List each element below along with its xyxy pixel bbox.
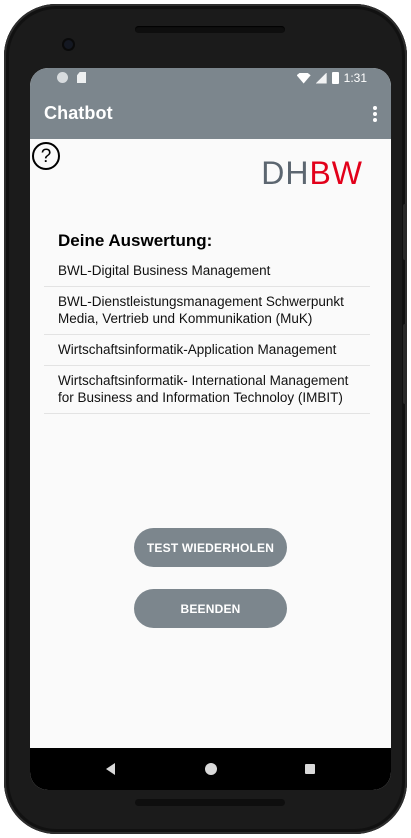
retry-test-button[interactable]: TEST WIEDERHOLEN: [134, 528, 287, 567]
logo-part-dh: DH: [261, 155, 310, 191]
dhbw-logo: DHBW: [261, 155, 363, 192]
notification-dot-icon: [57, 72, 68, 83]
question-mark-circle-icon[interactable]: ?: [32, 142, 60, 170]
sd-card-icon: [77, 72, 86, 83]
recents-icon[interactable]: [305, 764, 315, 774]
logo-part-bw: BW: [309, 155, 363, 191]
signal-icon: [315, 72, 327, 84]
app-bar: Chatbot: [30, 90, 391, 139]
status-left: [57, 72, 86, 83]
results-list: BWL-Digital Business Management BWL-Dien…: [44, 256, 370, 414]
top-speaker: [135, 26, 285, 33]
phone-frame: 1:31 Chatbot ? DHBW Deine Auswertung: BW…: [4, 4, 407, 834]
back-icon[interactable]: [106, 763, 115, 775]
wifi-icon: [296, 72, 311, 84]
list-item: Wirtschaftsinformatik- International Man…: [44, 366, 370, 414]
front-camera: [62, 38, 75, 51]
navigation-bar: [30, 748, 391, 790]
battery-icon: [331, 72, 339, 84]
screen: 1:31 Chatbot ? DHBW Deine Auswertung: BW…: [30, 68, 391, 790]
status-bar: 1:31: [30, 68, 391, 90]
bottom-speaker: [135, 799, 285, 806]
help-glyph: ?: [40, 145, 52, 167]
status-time: 1:31: [343, 71, 367, 85]
quit-button[interactable]: BEENDEN: [134, 589, 287, 628]
list-item: BWL-Digital Business Management: [44, 256, 370, 287]
power-button: [403, 204, 407, 260]
list-item: Wirtschaftsinformatik-Application Manage…: [44, 335, 370, 366]
app-title: Chatbot: [44, 103, 113, 123]
main-content: ? DHBW Deine Auswertung: BWL-Digital Bus…: [30, 139, 391, 748]
list-item: BWL-Dienstleistungsmanagement Schwerpunk…: [44, 287, 370, 335]
volume-button: [403, 324, 407, 404]
more-vert-icon[interactable]: [373, 106, 377, 122]
results-heading: Deine Auswertung:: [58, 231, 213, 250]
home-icon[interactable]: [205, 763, 217, 775]
status-right: 1:31: [296, 71, 367, 85]
